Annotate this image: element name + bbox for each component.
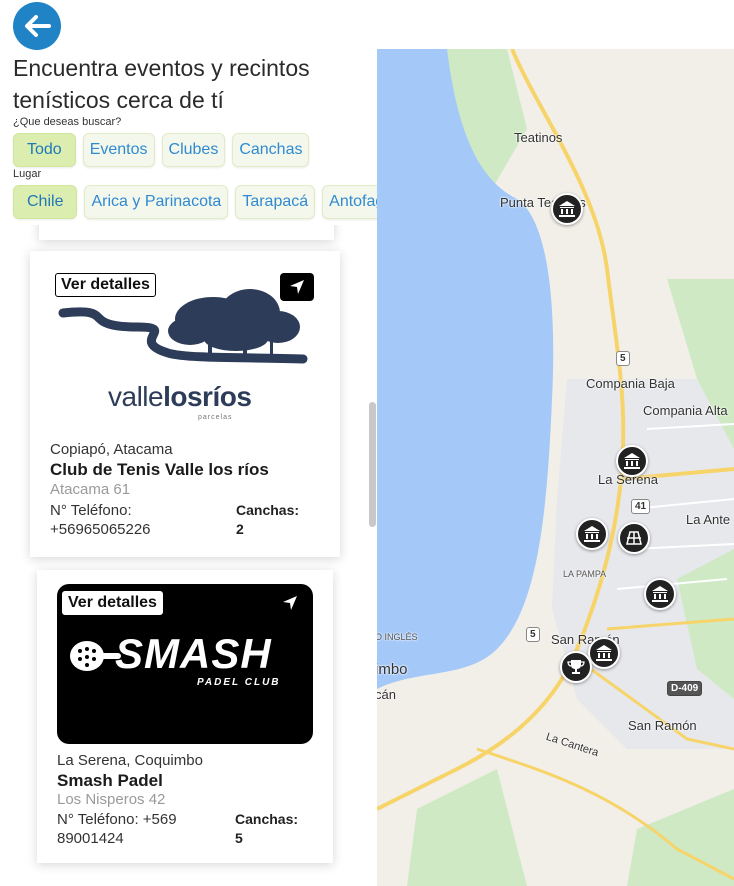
list-scrollbar[interactable] <box>369 402 376 527</box>
map-base <box>377 49 734 886</box>
club-building-icon <box>624 453 640 469</box>
map-label-la-pampa: LA PAMPA <box>563 569 607 579</box>
directions-button[interactable] <box>281 594 299 617</box>
search-type-label: ¿Que deseas buscar? <box>13 116 122 128</box>
club-name: Smash Padel <box>57 771 163 790</box>
page-title: Encuentra eventos y recintos tenísticos … <box>13 55 310 113</box>
map-label-san-ramon-south: San Ramón <box>628 718 697 733</box>
route-shield-d409: D-409 <box>667 681 703 696</box>
logo-text: SMASH <box>115 630 272 677</box>
map-marker-club[interactable] <box>644 578 676 610</box>
club-logo: vallelosríos parcelas <box>58 283 308 423</box>
route-shield-5-south: 5 <box>526 627 540 642</box>
map-label-ingles: O INGLÉS <box>377 632 418 642</box>
club-card[interactable]: Ver detalles vallelosríos parcelas Copia… <box>30 251 340 557</box>
phone-label: N° Teléfono: <box>50 502 132 519</box>
place-filters-scroller[interactable]: Chile Arica y Parinacota Tarapacá Antofa… <box>0 184 377 224</box>
club-building-icon <box>596 645 612 661</box>
map-label-compania-baja: Compania Baja <box>586 376 675 391</box>
club-name: Club de Tenis Valle los ríos <box>50 460 269 479</box>
club-address: Atacama 61 <box>50 481 131 498</box>
map-label-compania-alta: Compania Alta <box>643 403 728 418</box>
phone-line-2: 89001424 <box>57 830 124 847</box>
map-label-coquimbo: imbo <box>377 661 408 678</box>
route-shield-41: 41 <box>631 499 651 514</box>
map-marker-club[interactable] <box>588 637 620 669</box>
map-marker-club[interactable] <box>576 518 608 550</box>
phone-line-1: N° Teléfono: +569 <box>57 811 177 828</box>
results-list[interactable]: Ver detalles vallelosríos parcelas Copia… <box>0 225 377 886</box>
valle-los-rios-logo-graphic <box>58 289 308 364</box>
club-address: Los Nisperos 42 <box>57 791 166 808</box>
map-marker-club[interactable] <box>551 193 583 225</box>
map-marker-club[interactable] <box>616 445 648 477</box>
club-building-icon <box>584 526 600 542</box>
filter-eventos[interactable]: Eventos <box>82 133 155 167</box>
map-label-teatinos: Teatinos <box>514 130 563 145</box>
place-filters: Chile Arica y Parinacota Tarapacá Antofa… <box>13 185 377 219</box>
club-building-icon <box>559 201 575 217</box>
courts-count: 5 <box>235 830 243 846</box>
filter-todo[interactable]: Todo <box>13 133 76 167</box>
back-button[interactable] <box>13 2 61 50</box>
club-city: Copiapó, Atacama <box>50 441 173 458</box>
court-icon <box>626 531 642 545</box>
map-marker-event[interactable] <box>560 651 592 683</box>
route-shield-5-north: 5 <box>616 351 630 366</box>
club-phone: N° Teléfono: +569 89001424 <box>57 810 227 848</box>
club-courts: Canchas: 2 <box>236 501 299 539</box>
filter-antofagasta[interactable]: Antofagasta <box>322 185 377 219</box>
logo-text-light: valle <box>108 381 164 412</box>
courts-label: Canchas: <box>236 502 300 518</box>
filter-arica-y-parinacota[interactable]: Arica y Parinacota <box>84 185 229 219</box>
filter-chile[interactable]: Chile <box>13 185 78 219</box>
filter-clubes[interactable]: Clubes <box>161 133 226 167</box>
logo-subtext: PADEL CLUB <box>197 677 281 688</box>
phone-number: +56965065226 <box>50 521 151 538</box>
club-courts: Canchas: 5 <box>235 810 298 848</box>
courts-label: Canchas: <box>235 811 299 827</box>
map-label-la-antena: La Ante <box>686 512 731 527</box>
arrow-left-icon <box>25 15 51 37</box>
logo-text-bold: losríos <box>163 381 252 412</box>
filter-tarapaca[interactable]: Tarapacá <box>235 185 316 219</box>
logo-subtext: parcelas <box>198 414 233 421</box>
previous-card <box>39 225 334 240</box>
club-city: La Serena, Coquimbo <box>57 752 203 769</box>
place-label: Lugar <box>13 168 42 180</box>
search-type-filters: Todo Eventos Clubes Canchas <box>13 133 310 167</box>
navigation-arrow-icon <box>283 596 297 610</box>
club-phone: N° Teléfono: +56965065226 <box>50 501 220 539</box>
map-marker-court[interactable] <box>618 522 650 554</box>
club-card[interactable]: SMASH PADEL CLUB Ver detalles La Serena,… <box>37 570 333 863</box>
filter-canchas[interactable]: Canchas <box>232 133 310 167</box>
map-label-can: cán <box>377 687 396 702</box>
courts-count: 2 <box>236 521 244 537</box>
club-building-icon <box>652 586 668 602</box>
view-details-button[interactable]: Ver detalles <box>62 591 163 615</box>
trophy-icon <box>567 660 585 674</box>
map[interactable]: Teatinos Punta Teatinos Compania Baja Co… <box>377 49 734 886</box>
